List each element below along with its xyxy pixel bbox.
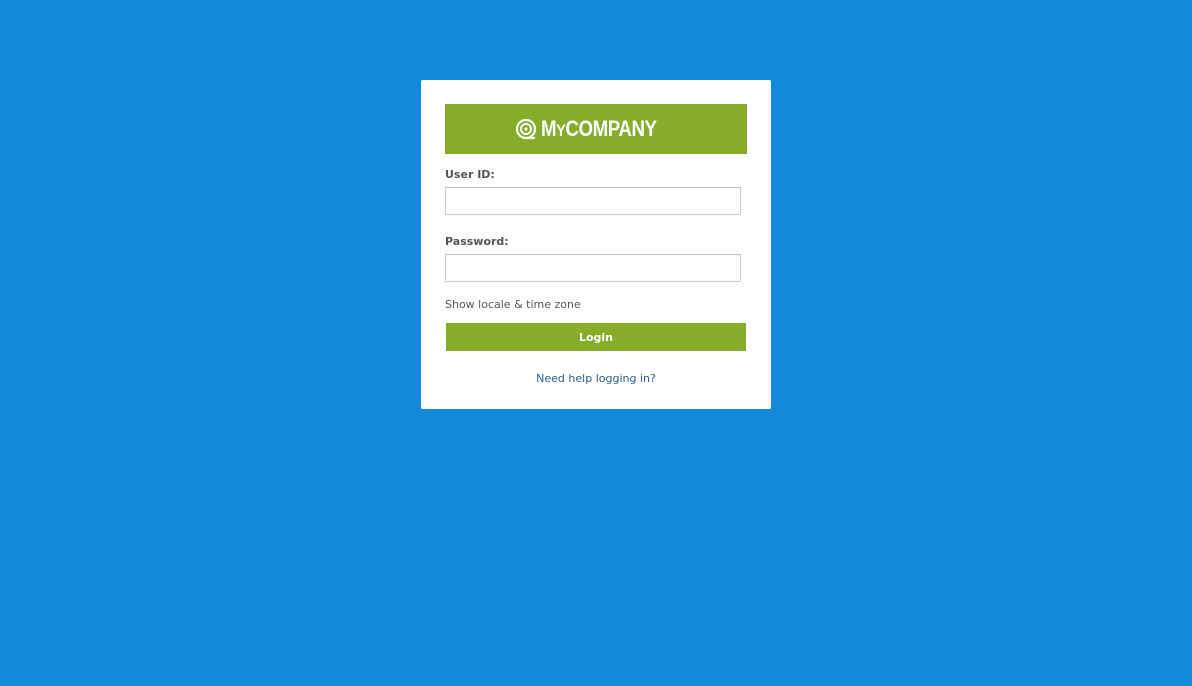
user-id-label: User ID: <box>445 168 495 181</box>
logo-wordmark: MYCOMPANY <box>541 116 657 141</box>
need-help-link[interactable]: Need help logging in? <box>421 372 771 385</box>
spiral-logo-icon <box>515 118 537 140</box>
password-label: Password: <box>445 235 509 248</box>
company-logo-banner: MYCOMPANY <box>445 104 747 154</box>
show-locale-timezone-link[interactable]: Show locale & time zone <box>445 298 581 311</box>
password-input[interactable] <box>445 254 741 282</box>
user-id-input[interactable] <box>445 187 741 215</box>
login-card: MYCOMPANY User ID: Password: Show locale… <box>421 80 771 409</box>
login-button[interactable]: Login <box>446 323 746 351</box>
